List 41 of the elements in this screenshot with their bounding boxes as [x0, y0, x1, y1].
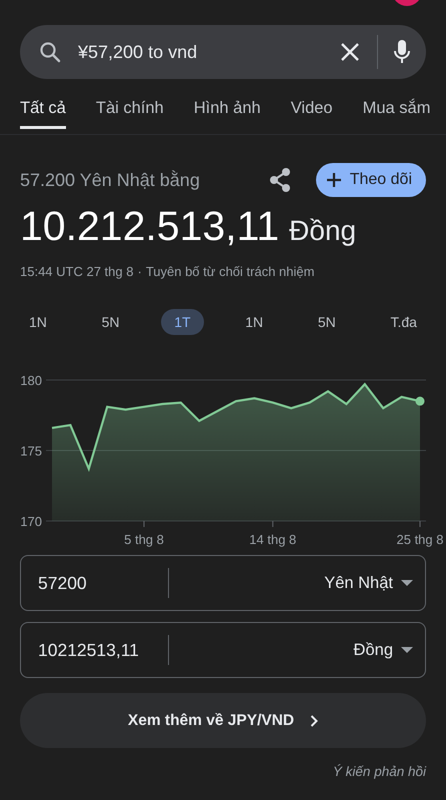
- range-tab[interactable]: 1N: [16, 309, 60, 335]
- currency-dropdown[interactable]: Đồng: [169, 623, 425, 677]
- dropdown-arrow-icon: [401, 580, 413, 586]
- range-tab[interactable]: 5N: [88, 309, 133, 335]
- search-query[interactable]: ¥57,200 to vnd: [78, 42, 339, 62]
- see-more-button[interactable]: Xem thêm về JPY/VND: [20, 693, 426, 748]
- x-axis-label: 14 thg 8: [249, 532, 296, 547]
- amount-input[interactable]: 57200: [21, 572, 168, 594]
- conversion-subtitle: 57.200 Yên Nhật bằng: [20, 170, 201, 190]
- tab[interactable]: Hình ảnh: [194, 79, 261, 129]
- x-axis-label: 5 thg 8: [124, 532, 164, 547]
- microphone-icon[interactable]: [392, 39, 412, 65]
- converted-amount: 10.212.513,11: [20, 203, 280, 250]
- range-tab[interactable]: T.đa: [377, 309, 430, 335]
- range-tab[interactable]: 1N: [232, 309, 276, 335]
- follow-button[interactable]: Theo dõi: [316, 163, 426, 197]
- y-axis-label: 170: [20, 514, 42, 529]
- feedback-link[interactable]: Ý kiến phản hồi: [332, 764, 426, 779]
- search-icon: [38, 40, 62, 64]
- plus-icon: [326, 172, 342, 188]
- tab[interactable]: Mua sắm: [362, 79, 430, 129]
- disclaimer-link[interactable]: Tuyên bố từ chối trách nhiệm: [146, 264, 314, 279]
- range-tab[interactable]: 5N: [304, 309, 349, 335]
- tab[interactable]: Video: [290, 79, 333, 129]
- timestamp: 15:44 UTC 27 thg 8: [20, 264, 134, 279]
- chevron-right-icon: [310, 714, 318, 726]
- clear-icon[interactable]: [339, 41, 361, 63]
- range-tab[interactable]: 1T: [161, 309, 204, 335]
- separator-dot: ·: [137, 264, 142, 279]
- search-field[interactable]: ¥57,200 to vnd: [20, 25, 426, 79]
- tab[interactable]: Tất cả: [20, 79, 66, 129]
- share-icon[interactable]: [268, 167, 292, 193]
- currency-name: Đồng: [289, 215, 356, 247]
- tab[interactable]: Tài chính: [96, 79, 164, 129]
- currency-dropdown[interactable]: Yên Nhật: [169, 556, 425, 610]
- dropdown-arrow-icon: [401, 646, 413, 654]
- amount-input[interactable]: 10212513,11: [21, 640, 168, 660]
- x-axis-label: 25 thg 8: [396, 532, 444, 547]
- y-axis-label: 175: [20, 444, 42, 458]
- y-axis-label: 180: [20, 373, 42, 388]
- end-point-dot: [416, 396, 424, 406]
